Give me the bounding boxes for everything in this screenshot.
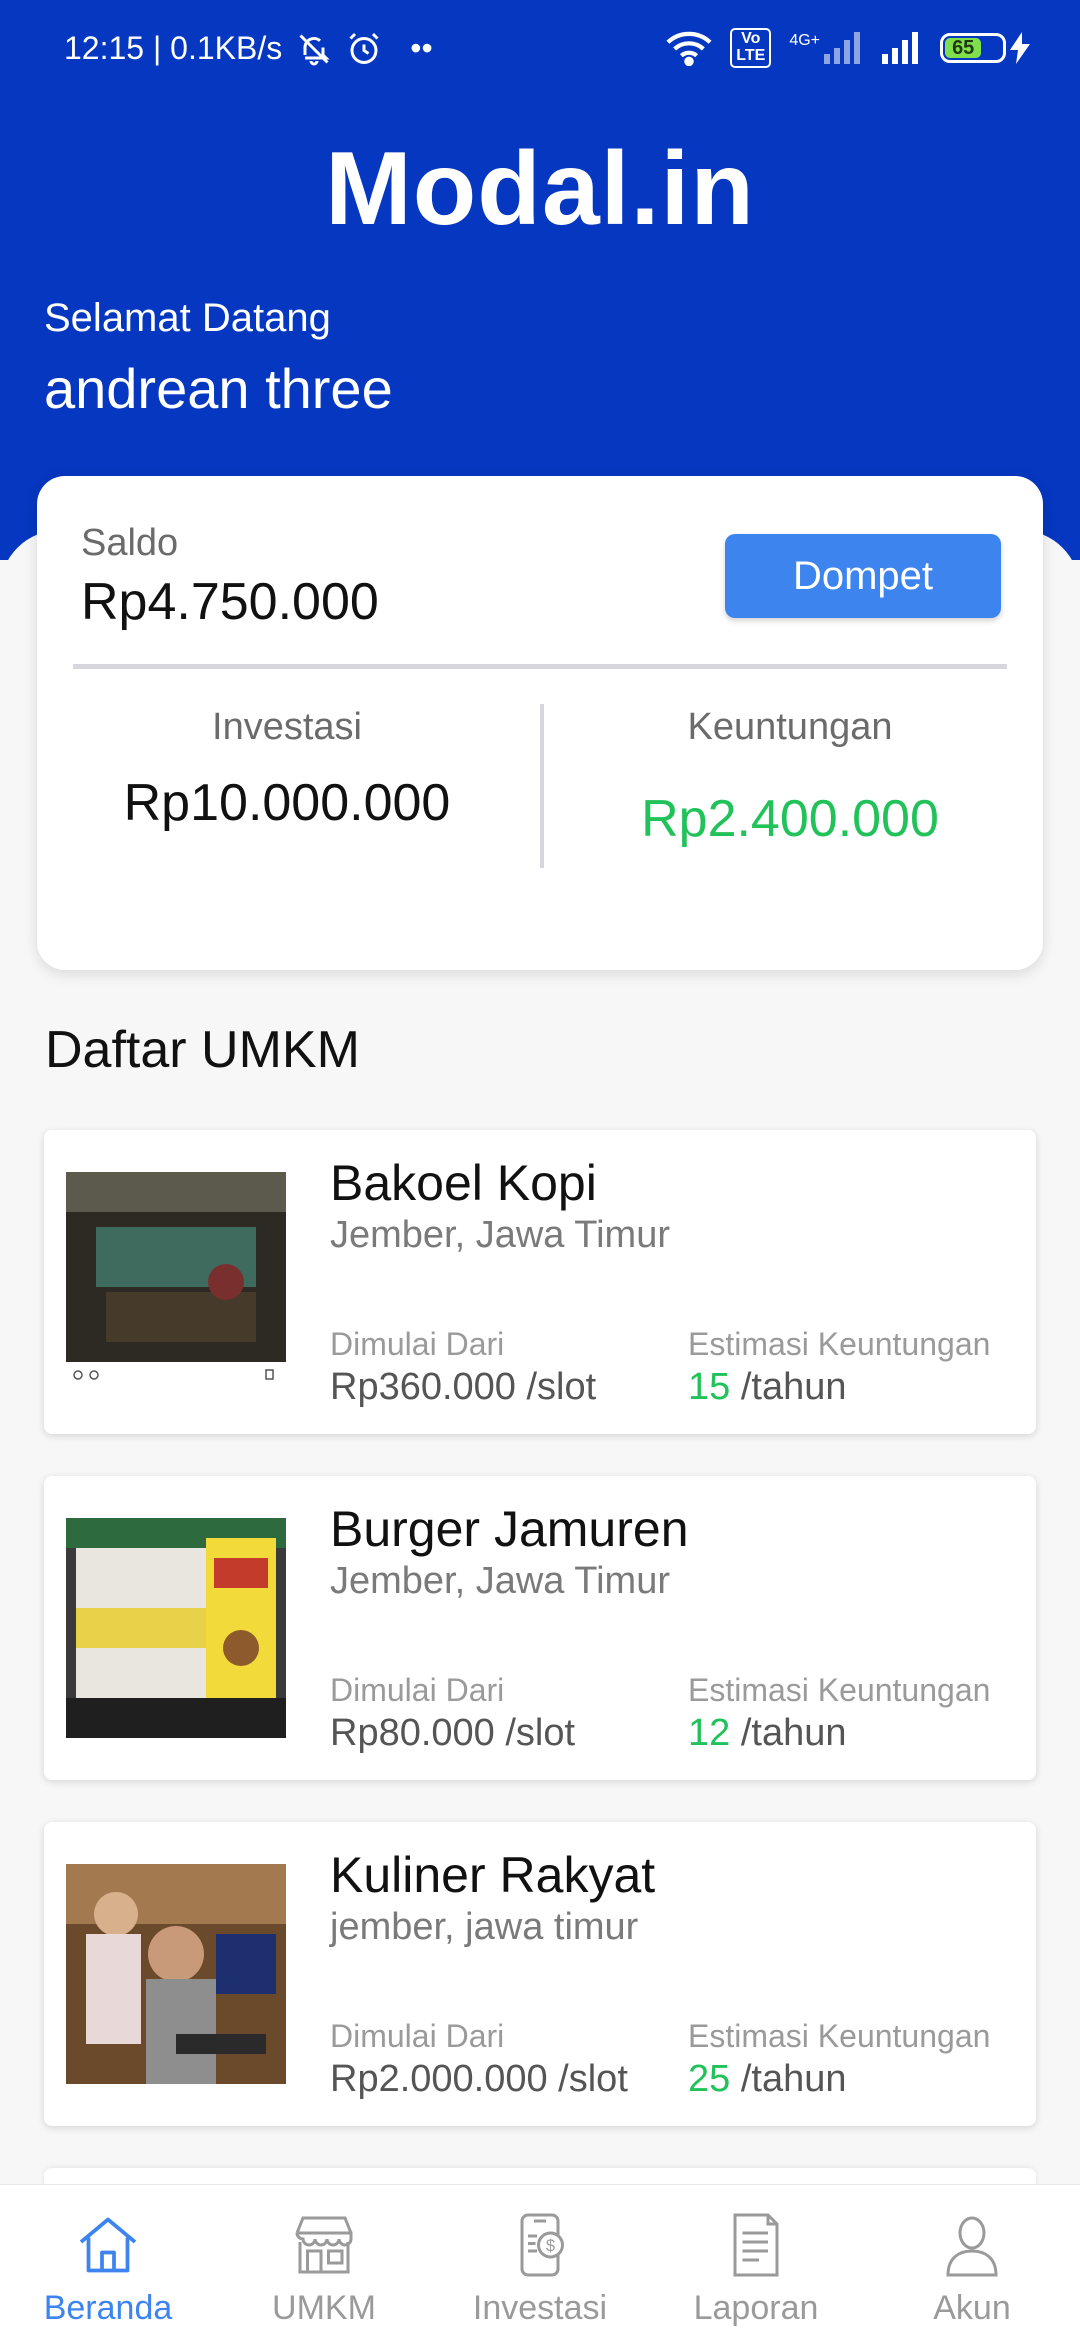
username: andrean three: [44, 357, 393, 420]
umkm-start-label: Dimulai Dari: [330, 1326, 505, 1362]
home-icon: [79, 2217, 137, 2273]
umkm-estimate-unit: /tahun: [730, 2058, 847, 2100]
stat-divider: [540, 704, 544, 868]
umkm-thumbnail-kuliner: [66, 1864, 286, 2084]
umkm-start-label: Dimulai Dari: [330, 1672, 505, 1708]
umkm-estimate-unit: /tahun: [730, 1712, 847, 1754]
alarm-icon: [349, 32, 379, 64]
battery-level: 65: [945, 37, 982, 58]
umkm-estimate-label: Estimasi Keuntungan: [688, 2018, 991, 2054]
umkm-estimate-label: Estimasi Keuntungan: [688, 1326, 991, 1362]
signal-4g: 4G+: [789, 31, 864, 64]
umkm-estimate-label: Estimasi Keuntungan: [688, 1672, 991, 1708]
balance-card: Saldo Rp4.750.000 Dompet Investasi Rp10.…: [37, 476, 1043, 970]
nav-akun[interactable]: Akun: [864, 2185, 1080, 2328]
account-icon: [946, 2216, 998, 2277]
umkm-estimate: 15 /tahun: [688, 1366, 847, 1409]
status-time: 12:15 | 0.1KB/s: [64, 30, 283, 66]
umkm-name: Burger Jamuren: [330, 1501, 689, 1557]
app-title: Modal.in: [325, 131, 755, 247]
umkm-card[interactable]: Bakoel Kopi Jember, Jawa Timur Dimulai D…: [44, 1130, 1036, 1434]
status-left: 12:15 | 0.1KB/s ••: [64, 30, 433, 67]
umkm-estimate: 25 /tahun: [688, 2058, 847, 2101]
volte-badge-bottom: LTE: [736, 46, 766, 64]
nav-label: Investasi: [472, 2289, 608, 2327]
umkm-location: Jember, Jawa Timur: [330, 1560, 670, 1602]
umkm-name: Bakoel Kopi: [330, 1155, 597, 1211]
investasi-label: Investasi: [212, 706, 362, 748]
investment-phone-icon: $: [520, 2213, 564, 2277]
umkm-section-title: Daftar UMKM: [45, 1021, 360, 1079]
umkm-start-price: Rp80.000 /slot: [330, 1712, 576, 1754]
umkm-name: Kuliner Rakyat: [330, 1847, 656, 1903]
keuntungan-stat: Keuntungan Rp2.400.000: [570, 706, 1010, 849]
umkm-thumbnail-coffee: [66, 1172, 286, 1392]
signal-icon: [824, 31, 860, 64]
umkm-start-price: Rp360.000 /slot: [330, 1366, 597, 1408]
nav-label: Akun: [933, 2289, 1011, 2327]
nav-label: UMKM: [272, 2289, 376, 2327]
nav-laporan[interactable]: Laporan: [648, 2185, 864, 2328]
volte-badge: Vo LTE: [730, 28, 772, 68]
umkm-card[interactable]: Kuliner Rakyat jember, jawa timur Dimula…: [44, 1822, 1036, 2126]
investasi-stat: Investasi Rp10.000.000: [67, 706, 507, 833]
nav-label: Beranda: [43, 2289, 173, 2327]
svg-text:$: $: [546, 2237, 555, 2255]
volte-badge-top: Vo: [741, 30, 761, 47]
charging-icon: [1010, 31, 1030, 64]
saldo-value: Rp4.750.000: [81, 573, 379, 631]
umkm-location: Jember, Jawa Timur: [330, 1214, 670, 1256]
mute-bell-icon: [299, 33, 330, 65]
nav-label: Laporan: [693, 2289, 819, 2327]
dompet-button[interactable]: Dompet: [725, 534, 1001, 618]
signal-icon: [882, 31, 918, 64]
welcome-text: Selamat Datang: [44, 296, 331, 340]
umkm-list: Bakoel Kopi Jember, Jawa Timur Dimulai D…: [44, 1130, 1036, 2168]
status-bar: 12:15 | 0.1KB/s •• Vo LTE 4G+ 65: [0, 0, 1080, 100]
nav-investasi[interactable]: $ Investasi: [432, 2185, 648, 2328]
umkm-start-price: Rp2.000.000 /slot: [330, 2058, 628, 2100]
umkm-estimate-number: 25: [688, 2058, 731, 2100]
status-dots: ••: [410, 30, 433, 66]
store-icon: [295, 2216, 353, 2274]
umkm-location: jember, jawa timur: [330, 1906, 639, 1948]
umkm-estimate-number: 12: [688, 1712, 731, 1754]
umkm-estimate-number: 15: [688, 1366, 731, 1408]
umkm-start-label: Dimulai Dari: [330, 2018, 505, 2054]
card-divider: [73, 664, 1007, 669]
network-label: 4G+: [789, 31, 820, 49]
keuntungan-label: Keuntungan: [687, 706, 893, 748]
investasi-value: Rp10.000.000: [123, 774, 451, 832]
umkm-estimate-unit: /tahun: [730, 1366, 847, 1408]
report-icon: [733, 2213, 779, 2277]
battery: 65: [940, 31, 1030, 64]
keuntungan-value: Rp2.400.000: [641, 790, 939, 848]
bottom-nav: Beranda UMKM $ Investasi Laporan Akun: [0, 2184, 1080, 2340]
saldo-label: Saldo: [81, 522, 179, 564]
umkm-card[interactable]: Burger Jamuren Jember, Jawa Timur Dimula…: [44, 1476, 1036, 1780]
umkm-thumbnail-burger: [66, 1518, 286, 1738]
nav-umkm[interactable]: UMKM: [216, 2185, 432, 2328]
umkm-estimate: 12 /tahun: [688, 1712, 847, 1755]
battery-body: 65: [940, 32, 1006, 63]
nav-beranda[interactable]: Beranda: [0, 2185, 216, 2328]
status-right: Vo LTE 4G+ 65: [666, 28, 1030, 68]
wifi-icon: [666, 31, 712, 66]
